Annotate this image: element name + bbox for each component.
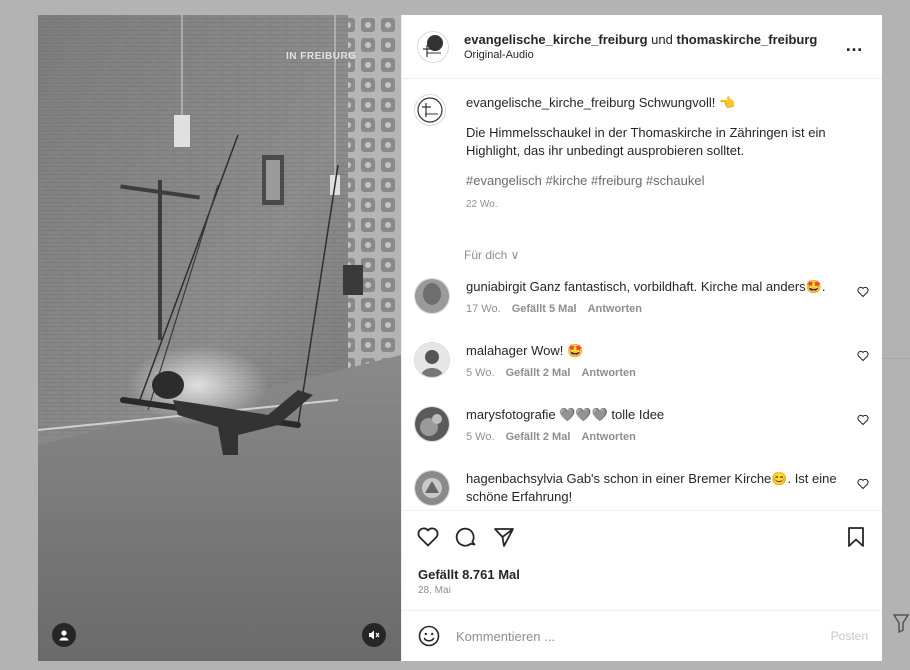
comments-list[interactable]: evangelische_kirche_freiburg Schwungvoll… [402, 80, 882, 510]
user-icon [59, 630, 69, 641]
church-logo-icon [417, 97, 443, 123]
post-comment-button[interactable]: Posten [831, 629, 868, 643]
comment-input[interactable] [456, 628, 796, 644]
backdrop-divider [882, 358, 910, 359]
comment-time: 5 Wo. [466, 431, 495, 443]
avatar-photo-icon [415, 343, 449, 377]
comment-body: hagenbachsylvia Gab's schon in einer Bre… [466, 470, 846, 506]
bookmark-icon[interactable] [844, 525, 868, 549]
comment-text: 🩶🩶🩶 tolle Idee [559, 407, 665, 422]
mute-button[interactable] [362, 623, 386, 647]
comment-time: 5 Wo. [466, 367, 495, 379]
comment-username[interactable]: guniabirgit [466, 279, 526, 294]
post-caption: evangelische_kirche_freiburg Schwungvoll… [414, 94, 854, 214]
caption-hashtags[interactable]: #evangelisch #kirche #freiburg #schaukel [466, 172, 854, 190]
comment-text: Ganz fantastisch, vorbildhaft. Kirche ma… [529, 279, 826, 294]
more-options-button[interactable]: … [845, 36, 864, 54]
comment-sort-dropdown[interactable]: Für dich ∨ [464, 248, 519, 262]
comment-username[interactable]: hagenbachsylvia [466, 471, 563, 486]
avatar-photo-icon [415, 471, 449, 505]
caption-username[interactable]: evangelische_kirche_freiburg [466, 95, 635, 110]
comment-body: guniabirgit Ganz fantastisch, vorbildhaf… [466, 278, 846, 318]
media-caption: IN FREIBURG [286, 51, 357, 62]
comment-composer: Posten [402, 610, 882, 661]
comment-body: marysfotografie 🩶🩶🩶 tolle Idee 5 Wo. Gef… [466, 406, 846, 446]
caption-body: evangelische_kirche_freiburg Schwungvoll… [466, 94, 854, 214]
commenter-avatar[interactable] [414, 278, 450, 314]
audio-link[interactable]: Original-Audio [464, 49, 817, 61]
comment-item: malahager Wow! 🤩 5 Wo. Gefällt 2 Mal Ant… [414, 342, 869, 382]
comment-likes[interactable]: Gefällt 2 Mal [506, 367, 571, 379]
media-image [38, 15, 401, 661]
comment-likes[interactable]: Gefällt 5 Mal [512, 303, 577, 315]
comment-username[interactable]: malahager [466, 343, 527, 358]
caption-description: Die Himmelsschaukel in der Thomaskirche … [466, 125, 826, 158]
comment-body: malahager Wow! 🤩 5 Wo. Gefällt 2 Mal Ant… [466, 342, 846, 382]
like-comment-icon[interactable] [857, 478, 869, 490]
comment-item: marysfotografie 🩶🩶🩶 tolle Idee 5 Wo. Gef… [414, 406, 869, 446]
comment-likes[interactable]: Gefällt 2 Mal [506, 431, 571, 443]
emoji-icon[interactable] [417, 624, 441, 648]
avatar-photo-icon [415, 279, 449, 313]
commenter-avatar[interactable] [414, 406, 450, 442]
reply-button[interactable]: Antworten [588, 303, 642, 315]
tagged-users-button[interactable] [52, 623, 76, 647]
caption-timestamp: 22 Wo. [466, 199, 498, 210]
post-modal: IN FREIBURG evangelische_kirche_freiburg… [38, 15, 882, 661]
avatar-photo-icon [415, 407, 449, 441]
comment-meta: 5 Wo. Gefällt 2 Mal Antworten [466, 428, 846, 446]
header-text: evangelische_kirche_freiburg und thomask… [464, 32, 817, 61]
header-authors: evangelische_kirche_freiburg und thomask… [464, 32, 817, 47]
likes-count[interactable]: Gefällt 8.761 Mal [418, 567, 520, 582]
like-comment-icon[interactable] [857, 350, 869, 362]
commenter-avatar[interactable] [414, 470, 450, 506]
comment-meta: 5 Wo. Gefällt 2 Mal Antworten [466, 364, 846, 382]
share-icon[interactable] [492, 525, 516, 549]
comment-text: Wow! 🤩 [531, 343, 584, 358]
filter-icon[interactable] [892, 612, 910, 634]
reply-button[interactable]: Antworten [581, 431, 635, 443]
church-logo-icon [423, 34, 443, 57]
comment-item: hagenbachsylvia Gab's schon in einer Bre… [414, 470, 869, 506]
like-comment-icon[interactable] [857, 286, 869, 298]
caption-title: Schwungvoll! 👈 [638, 95, 736, 110]
post-header: evangelische_kirche_freiburg und thomask… [402, 15, 882, 79]
author-avatar[interactable] [417, 30, 449, 63]
comment-icon[interactable] [454, 525, 478, 549]
comment-item: guniabirgit Ganz fantastisch, vorbildhaf… [414, 278, 869, 318]
comment-time: 17 Wo. [466, 303, 501, 315]
reply-button[interactable]: Antworten [581, 367, 635, 379]
commenter-avatar[interactable] [414, 342, 450, 378]
comment-meta: 17 Wo. Gefällt 5 Mal Antworten [466, 300, 846, 318]
authors-connector: und [651, 32, 673, 47]
post-date: 28. Mai [418, 585, 451, 596]
author-link[interactable]: evangelische_kirche_freiburg [464, 32, 648, 47]
caption-avatar[interactable] [414, 94, 446, 126]
post-details-panel: evangelische_kirche_freiburg und thomask… [401, 15, 882, 661]
heart-icon[interactable] [416, 525, 440, 549]
like-comment-icon[interactable] [857, 414, 869, 426]
collaborator-link[interactable]: thomaskirche_freiburg [676, 32, 817, 47]
comment-username[interactable]: marysfotografie [466, 407, 556, 422]
audio-muted-icon [369, 630, 380, 640]
post-media[interactable]: IN FREIBURG [38, 15, 401, 661]
post-actions: Gefällt 8.761 Mal 28. Mai [402, 510, 882, 610]
